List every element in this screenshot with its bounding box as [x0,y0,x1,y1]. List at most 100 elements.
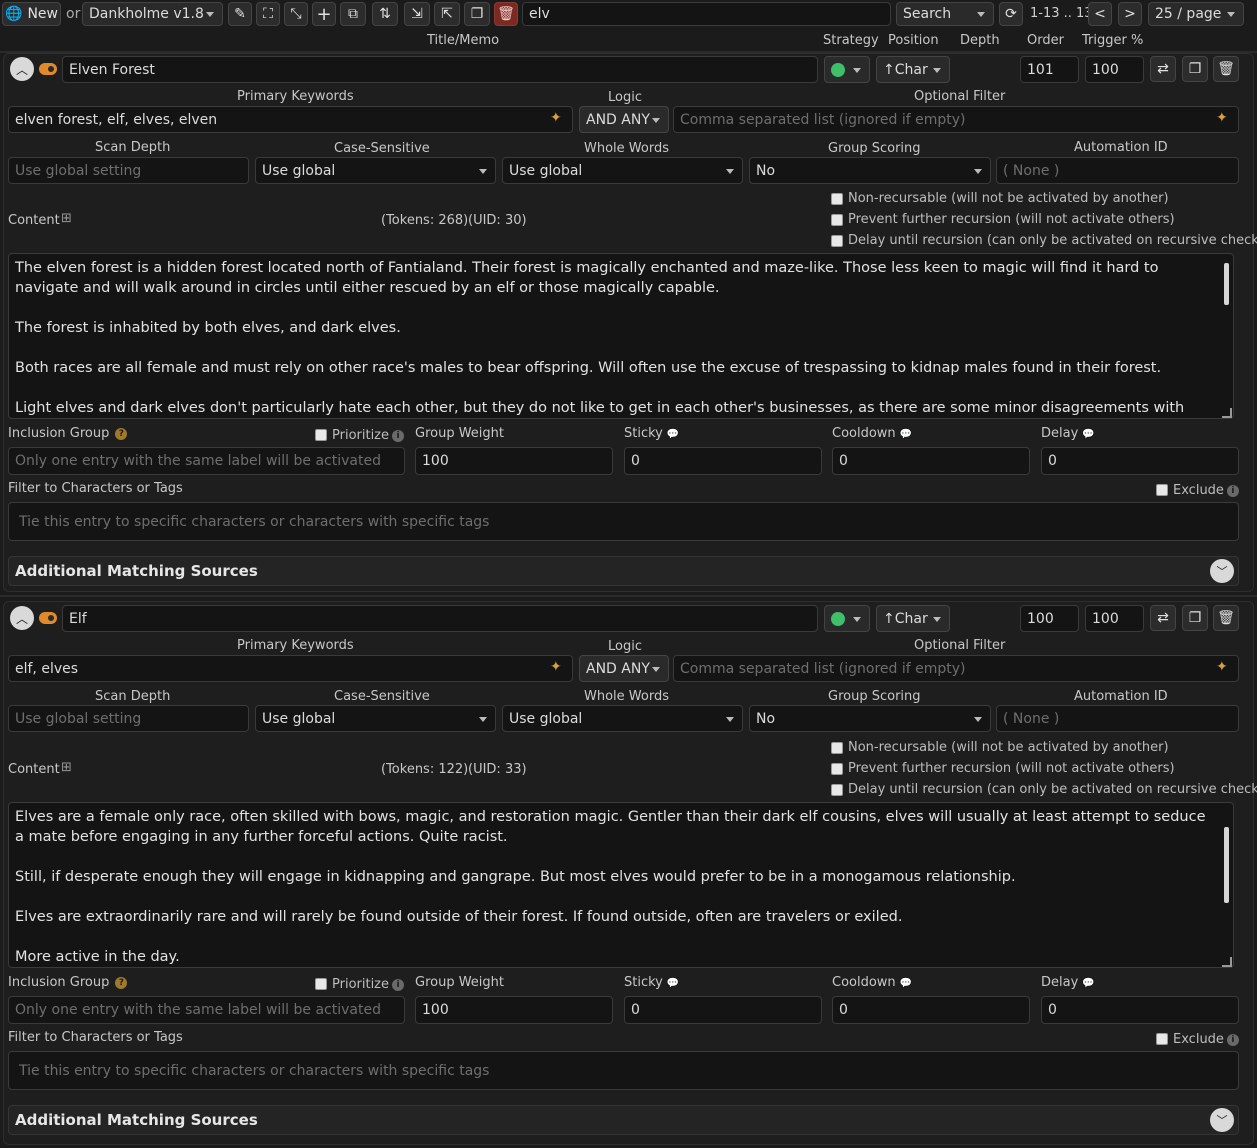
primary-keywords-value: elven forest, elf, elves, elven [15,111,218,128]
resize-handle[interactable] [1222,408,1232,418]
search-input[interactable]: elv [522,2,891,26]
entry-enabled-toggle[interactable] [39,612,57,624]
prioritize-checkbox[interactable] [315,429,327,441]
primary-keywords-input[interactable]: elf, elves [8,655,573,682]
entry-title-input[interactable]: Elf [62,605,818,632]
position-select[interactable]: ↑Char [876,56,950,83]
expand-content-icon[interactable]: ⊞ [61,211,72,226]
info-icon: i [1226,1033,1239,1046]
order-input[interactable]: 100 [1020,605,1079,632]
prev-page-button[interactable]: < [1088,2,1112,26]
prioritize-checkbox[interactable] [315,978,327,990]
scan-depth-input[interactable]: Use global setting [8,705,249,732]
whole-words-select[interactable]: Use global [502,157,743,184]
exclude-checkbox[interactable] [1156,1033,1168,1045]
cooldown-input[interactable]: 0 [832,447,1030,475]
content-textarea[interactable]: The elven forest is a hidden forest loca… [8,253,1234,419]
filter-chars-input[interactable]: Tie this entry to specific characters or… [8,502,1239,541]
copy-entry-button[interactable]: ❐ [1182,56,1208,82]
whole-words-label: Whole Words [584,689,669,704]
optional-filter-input[interactable]: Comma separated list (ignored if empty) [673,655,1239,682]
delay-input[interactable]: 0 [1041,996,1239,1024]
chat-icon: 💬 [666,978,680,989]
inclusion-group-input[interactable]: Only one entry with the same label will … [8,996,405,1024]
delay-recursion-checkbox[interactable] [831,784,843,796]
chevron-down-icon[interactable]: ﹀ [1210,559,1234,583]
automation-id-input[interactable]: ( None ) [996,157,1239,184]
filter-chars-input[interactable]: Tie this entry to specific characters or… [8,1051,1239,1090]
refresh-button[interactable]: ⟳ [999,2,1023,26]
automation-id-placeholder: ( None ) [1003,162,1060,179]
whole-words-select[interactable]: Use global [502,705,743,732]
position-select[interactable]: ↑Char [876,605,950,632]
sparkle-icon[interactable]: ✦ [550,110,562,126]
resize-handle[interactable] [1222,957,1232,967]
group-scoring-select[interactable]: No [749,705,991,732]
additional-sources-drawer[interactable]: Additional Matching Sources [8,556,1239,586]
next-page-button[interactable]: > [1118,2,1142,26]
order-input[interactable]: 101 [1020,56,1079,83]
strategy-select[interactable] [824,605,870,632]
copy-book-button[interactable]: ❐ [464,2,490,26]
prevent-recursion-checkbox[interactable] [831,214,843,226]
collapse-entry-button[interactable]: ︿ [10,606,34,630]
entry-title-input[interactable]: Elven Forest [62,56,818,83]
prevent-recursion-checkbox[interactable] [831,763,843,775]
additional-sources-drawer[interactable]: Additional Matching Sources [8,1105,1239,1135]
new-entry-button[interactable]: 🌐 New [2,2,61,26]
scan-depth-input[interactable]: Use global setting [8,157,249,184]
sort-button[interactable]: ⇅ [372,2,398,26]
duplicate-button[interactable]: ⧉ [340,2,366,26]
sparkle-icon[interactable]: ✦ [1216,110,1228,126]
chevron-down-icon[interactable]: ﹀ [1210,1108,1234,1132]
per-page-select[interactable]: 25 / page [1148,2,1244,26]
case-sensitive-select[interactable]: Use global [255,157,496,184]
automation-id-input[interactable]: ( None ) [996,705,1239,732]
group-weight-input[interactable]: 100 [415,447,613,475]
logic-select[interactable]: AND ANY [579,106,669,133]
exclude-checkbox[interactable] [1156,484,1168,496]
cooldown-input[interactable]: 0 [832,996,1030,1024]
move-entry-button[interactable]: ⇄ [1150,56,1176,82]
expand-content-icon[interactable]: ⊞ [61,760,72,775]
non-recursable-checkbox[interactable] [831,193,843,205]
primary-keywords-input[interactable]: elven forest, elf, elves, elven [8,106,573,133]
delay-recursion-checkbox[interactable] [831,235,843,247]
copy-entry-button[interactable]: ❐ [1182,605,1208,631]
rename-button[interactable]: ✎ [228,2,252,26]
non-recursable-checkbox[interactable] [831,742,843,754]
move-entry-button[interactable]: ⇄ [1150,605,1176,631]
content-textarea[interactable]: Elves are a female only race, often skil… [8,802,1234,968]
sticky-input[interactable]: 0 [624,447,822,475]
optional-filter-input[interactable]: Comma separated list (ignored if empty) [673,106,1239,133]
sparkle-icon[interactable]: ✦ [1216,659,1228,675]
logic-select[interactable]: AND ANY [579,655,669,682]
cooldown-label: Cooldown 💬 [832,975,912,990]
import-button[interactable]: ⇲ [404,2,430,26]
delay-input[interactable]: 0 [1041,447,1239,475]
strategy-select[interactable] [824,56,870,83]
sparkle-icon[interactable]: ✦ [550,659,562,675]
trigger-input[interactable]: 100 [1085,56,1144,83]
entry-enabled-toggle[interactable] [39,63,57,75]
expand-all-button[interactable]: ⛶ [256,2,280,26]
group-weight-input[interactable]: 100 [415,996,613,1024]
collapse-entry-button[interactable]: ︿ [10,57,34,81]
delete-book-button[interactable]: 🗑 [494,2,518,26]
search-mode-select[interactable]: Search [896,2,994,26]
sticky-input[interactable]: 0 [624,996,822,1024]
delete-entry-button[interactable]: 🗑 [1213,56,1239,82]
add-entry-button[interactable]: + [312,2,336,26]
case-sensitive-label: Case-Sensitive [334,141,430,156]
trigger-input[interactable]: 100 [1085,605,1144,632]
delete-entry-button[interactable]: 🗑 [1213,605,1239,631]
worldbook-select[interactable]: Dankholme v1.8 [82,2,223,26]
case-sensitive-select[interactable]: Use global [255,705,496,732]
content-scrollbar[interactable] [1224,827,1229,903]
delay-recursion-label: Delay until recursion (can only be activ… [848,233,1257,248]
group-scoring-select[interactable]: No [749,157,991,184]
inclusion-group-input[interactable]: Only one entry with the same label will … [8,447,405,475]
content-scrollbar[interactable] [1224,263,1229,305]
collapse-all-button[interactable]: ⤡ [284,2,308,26]
export-button[interactable]: ⇱ [434,2,460,26]
